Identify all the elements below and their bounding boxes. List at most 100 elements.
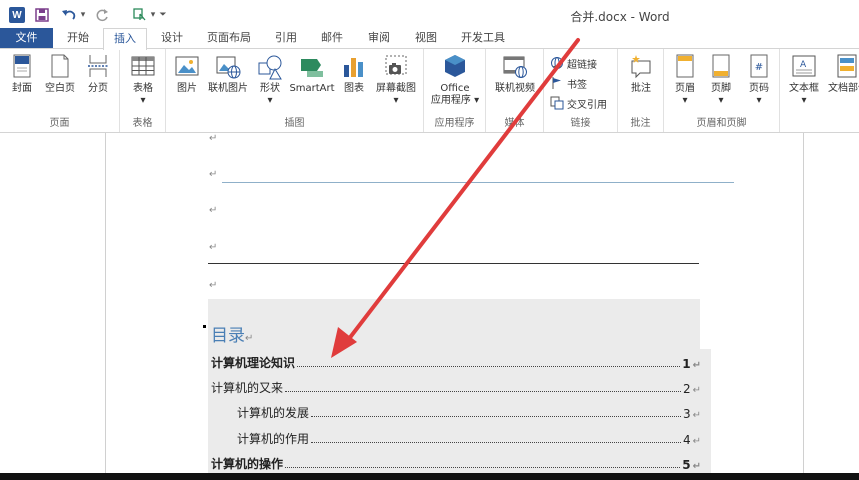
- shapes-label: 形状 ▾: [260, 83, 280, 106]
- new-comment-button[interactable]: 批注: [624, 53, 658, 95]
- smartart-icon: [299, 53, 325, 81]
- text-box-icon: A: [791, 53, 817, 81]
- toc-leader: [297, 366, 681, 367]
- horizontal-rule-blue: [222, 182, 734, 183]
- document-area[interactable]: ↵ ↵ ↵ ↵ ↵ 目录↵ 计算机理论知识 1 ↵ 计算机的又来 2 ↵ 计算机…: [0, 133, 859, 473]
- paragraph-mark: ↵: [209, 133, 218, 144]
- tab-review[interactable]: 审阅: [359, 28, 399, 49]
- toc-leader: [285, 467, 681, 468]
- customize-icon[interactable]: ⏷: [158, 6, 168, 24]
- group-illustrations-label: 插图: [284, 118, 305, 129]
- paragraph-mark: ↵: [692, 410, 701, 421]
- tab-insert[interactable]: 插入: [103, 28, 147, 50]
- group-media: 联机视频 媒体: [486, 49, 544, 132]
- group-links: 超链接 书签 交叉引用 链接: [544, 49, 618, 132]
- group-apps-label: 应用程序: [434, 118, 475, 129]
- toc-title[interactable]: 目录↵: [211, 321, 253, 346]
- toc-entry[interactable]: 计算机的发展 3 ↵: [237, 401, 701, 421]
- blank-page-button[interactable]: 空白页: [42, 53, 78, 95]
- hyperlink-label: 超链接: [567, 59, 597, 71]
- page-right-edge: [803, 133, 804, 473]
- group-header-footer-label: 页眉和页脚: [696, 118, 747, 129]
- paragraph-mark: ↵: [692, 360, 701, 371]
- group-comments-label: 批注: [630, 118, 651, 129]
- screenshot-button[interactable]: 屏幕截图 ▾: [372, 53, 420, 107]
- group-media-label: 媒体: [504, 118, 525, 129]
- table-button[interactable]: 表格 ▾: [126, 53, 160, 107]
- group-tables-label: 表格: [132, 118, 153, 129]
- text-cursor: [203, 325, 206, 328]
- tab-mailings[interactable]: 邮件: [312, 28, 352, 49]
- tab-design[interactable]: 设计: [152, 28, 192, 49]
- quick-parts-button[interactable]: 文档部件: [826, 53, 859, 95]
- bookmark-label: 书签: [567, 79, 587, 91]
- tab-view[interactable]: 视图: [406, 28, 446, 49]
- header-button[interactable]: 页眉 ▾: [668, 53, 702, 107]
- tab-developer[interactable]: 开发工具: [454, 28, 512, 49]
- header-icon: [672, 53, 698, 81]
- shapes-button[interactable]: 形状 ▾: [254, 53, 286, 107]
- footer-button[interactable]: 页脚 ▾: [704, 53, 738, 107]
- tab-file[interactable]: 文件: [0, 28, 53, 49]
- bookmark-button[interactable]: 书签: [550, 74, 587, 92]
- redo-icon[interactable]: [94, 6, 110, 24]
- online-video-button[interactable]: 联机视频: [490, 53, 540, 95]
- pictures-button[interactable]: 图片: [170, 53, 204, 95]
- paragraph-mark: ↵: [692, 436, 701, 447]
- tab-page-layout[interactable]: 页面布局: [200, 28, 258, 49]
- page-number-label: 页码 ▾: [749, 83, 769, 106]
- comment-icon: [628, 53, 654, 81]
- page-break-button[interactable]: 分页: [82, 53, 114, 95]
- undo-icon[interactable]: [60, 6, 78, 24]
- touch-mode-icon[interactable]: [132, 6, 148, 24]
- toc-entry[interactable]: 计算机理论知识 1 ↵: [211, 351, 701, 371]
- text-box-button[interactable]: A 文本框 ▾: [784, 53, 824, 107]
- text-box-label: 文本框 ▾: [789, 83, 819, 106]
- toc-entry-page: 5: [682, 458, 691, 472]
- page-break-icon: [85, 53, 111, 81]
- footer-label: 页脚 ▾: [711, 83, 731, 106]
- smartart-button[interactable]: SmartArt: [287, 53, 337, 95]
- group-illustrations: 图片 联机图片 形状 ▾ SmartArt 图表 屏幕截图 ▾ 插图: [166, 49, 424, 132]
- save-icon[interactable]: [34, 6, 50, 24]
- page-break-label: 分页: [88, 83, 108, 94]
- picture-icon: [174, 53, 200, 81]
- header-label: 页眉 ▾: [675, 83, 695, 106]
- paragraph-mark: ↵: [209, 280, 218, 291]
- hyperlink-button[interactable]: 超链接: [550, 54, 597, 72]
- table-label: 表格 ▾: [133, 83, 153, 106]
- paragraph-mark: ↵: [209, 169, 218, 180]
- toc-entry-page: 1: [682, 357, 691, 371]
- toc-entry[interactable]: 计算机的又来 2 ↵: [211, 376, 701, 396]
- undo-dropdown-icon[interactable]: ▾: [79, 6, 87, 24]
- paragraph-mark: ↵: [692, 461, 701, 472]
- chart-button[interactable]: 图表: [338, 53, 370, 95]
- office-apps-button[interactable]: Office 应用程序 ▾: [428, 53, 482, 107]
- touch-dropdown-icon[interactable]: ▾: [149, 6, 157, 24]
- shapes-icon: [257, 53, 283, 81]
- hyperlink-icon: [550, 56, 564, 70]
- group-header-footer: 页眉 ▾ 页脚 ▾ # 页码 ▾ 页眉和页脚: [664, 49, 780, 132]
- toc-entry-page: 4: [682, 433, 691, 447]
- group-comments: 批注 批注: [618, 49, 664, 132]
- online-pictures-button[interactable]: 联机图片: [204, 53, 252, 95]
- cover-page-button[interactable]: 封面: [6, 53, 38, 95]
- tab-references[interactable]: 引用: [266, 28, 306, 49]
- pictures-label: 图片: [177, 83, 197, 94]
- cross-reference-button[interactable]: 交叉引用: [550, 94, 607, 112]
- group-tables: 表格 ▾ 表格: [120, 49, 166, 132]
- paragraph-mark: ↵: [209, 242, 218, 253]
- word-logo-icon: W: [9, 7, 25, 23]
- group-pages-label: 页面: [49, 118, 70, 129]
- new-comment-label: 批注: [631, 83, 651, 94]
- tab-home[interactable]: 开始: [60, 28, 96, 49]
- group-text: A 文本框▾ 文档部件: [780, 49, 859, 132]
- toc-entry[interactable]: 计算机的操作 5 ↵: [211, 452, 701, 472]
- quick-parts-label: 文档部件: [828, 83, 859, 94]
- toc-title-text: 目录: [211, 326, 245, 346]
- page-number-button[interactable]: # 页码 ▾: [742, 53, 776, 107]
- bookmark-icon: [550, 76, 564, 90]
- toc-entry[interactable]: 计算机的作用 4 ↵: [237, 427, 701, 447]
- table-icon: [130, 53, 156, 81]
- paragraph-mark: ↵: [692, 385, 701, 396]
